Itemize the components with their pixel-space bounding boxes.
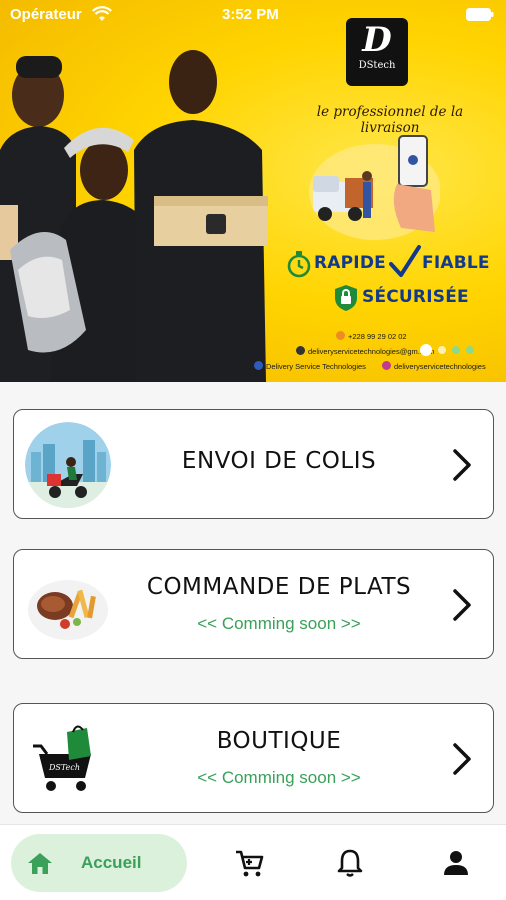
shield-lock-icon — [335, 285, 357, 311]
promo-banner[interactable]: Opérateur 3:52 PM D DStech le profession… — [0, 0, 506, 382]
service-title: ENVOI DE COLIS — [181, 448, 377, 474]
nav-tab-label: Accueil — [81, 853, 142, 872]
service-title: BOUTIQUE — [216, 728, 342, 754]
contact-instagram: deliveryservicetechnologies — [382, 361, 486, 371]
carousel-dot[interactable] — [438, 346, 446, 354]
chevron-right-icon[interactable] — [451, 742, 473, 776]
feature-fiable: FIABLE — [388, 244, 490, 280]
person-icon[interactable] — [440, 847, 472, 879]
phone-icon — [336, 331, 345, 340]
logo-text: DStech — [358, 60, 396, 71]
chevron-right-icon[interactable] — [451, 448, 473, 482]
carousel-indicator[interactable] — [420, 341, 480, 356]
carousel-dot[interactable] — [420, 344, 432, 356]
stopwatch-icon — [287, 251, 311, 278]
service-subtitle: << Comming soon >> — [197, 614, 361, 633]
service-subtitle: << Comming soon >> — [197, 768, 361, 787]
feature-label: RAPIDE — [314, 253, 386, 273]
carousel-dot[interactable] — [466, 346, 474, 354]
scooter-delivery-icon — [25, 422, 111, 508]
feature-label: SÉCURISÉE — [362, 287, 469, 307]
food-plate-icon — [25, 562, 111, 648]
status-time: 3:52 PM — [222, 6, 279, 23]
contact-phone: +228 99 29 02 02 — [336, 331, 407, 341]
home-icon — [28, 853, 52, 874]
delivery-truck-illustration — [309, 135, 440, 240]
battery-icon — [466, 8, 494, 21]
email-icon — [296, 346, 305, 355]
checkmark-icon — [389, 245, 421, 277]
feature-rapide: RAPIDE — [286, 250, 386, 280]
instagram-icon — [382, 361, 391, 370]
shopping-cart-bag-icon: DSTech — [25, 716, 111, 802]
service-card-boutique[interactable]: DSTech BOUTIQUE << Comming soon >> — [13, 703, 494, 813]
service-card-commande-plats[interactable]: COMMANDE DE PLATS << Comming soon >> — [13, 549, 494, 659]
service-title: COMMANDE DE PLATS — [146, 574, 412, 600]
carrier-label: Opérateur — [10, 6, 82, 23]
chevron-right-icon[interactable] — [451, 588, 473, 622]
facebook-icon — [254, 361, 263, 370]
service-card-envoi-colis[interactable]: ENVOI DE COLIS — [13, 409, 494, 519]
delivery-team-photo — [0, 50, 268, 382]
feature-securisee: SÉCURISÉE — [334, 284, 484, 314]
svg-text:DSTech: DSTech — [48, 763, 80, 772]
cart-icon[interactable] — [233, 847, 265, 879]
status-bar: Opérateur 3:52 PM — [0, 0, 506, 30]
carousel-dot[interactable] — [452, 346, 460, 354]
feature-label: FIABLE — [422, 253, 490, 273]
nav-tab-accueil[interactable]: Accueil — [11, 834, 187, 892]
contact-email: deliveryservicetechnologies@gm...om — [296, 346, 434, 356]
bell-icon[interactable] — [334, 847, 366, 879]
contact-facebook: Delivery Service Technologies — [254, 361, 366, 371]
wifi-icon — [92, 6, 112, 21]
bottom-navigation: Accueil — [0, 824, 506, 900]
